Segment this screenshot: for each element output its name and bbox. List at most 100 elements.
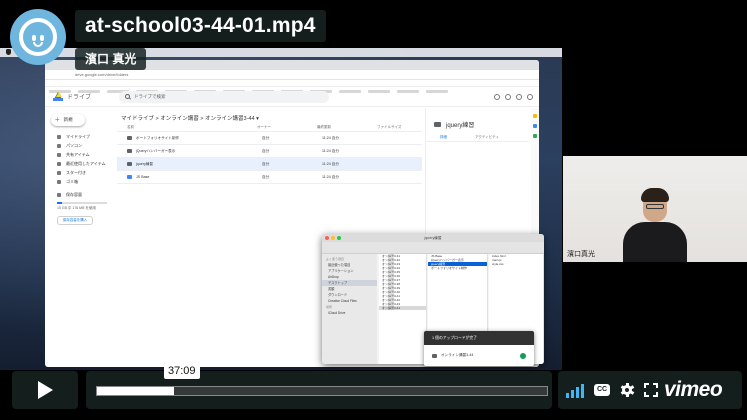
presenter-glasses xyxy=(646,204,664,209)
column-header-owner: オーナー xyxy=(257,125,271,129)
drive-search-placeholder: ドライブで検索 xyxy=(134,93,166,99)
progress-fill xyxy=(97,387,174,395)
drive-nav-item: パソコン xyxy=(45,141,115,150)
finder-item: style.css xyxy=(492,262,504,266)
finder-sidebar: よく使う項目 最近使った項目 アプリケーション AirDrop デスクトップ 書… xyxy=(322,254,377,364)
buy-storage-button: 保存容量を購入 xyxy=(57,216,93,225)
file-owner: 自分 xyxy=(262,161,270,166)
drive-nav-item: マイドライブ xyxy=(45,132,115,141)
volume-icon[interactable] xyxy=(566,382,588,398)
settings-icon xyxy=(505,93,511,100)
file-row-selected: jquery練習 自分 11:24 自分 xyxy=(117,158,422,171)
apple-icon xyxy=(6,49,11,55)
breadcrumb: マイドライブ > オンライン講習 > オンライン講習3-44 ▾ xyxy=(121,116,259,122)
details-title: jquery練習 xyxy=(426,108,529,130)
document-icon xyxy=(127,175,132,179)
details-title-text: jquery練習 xyxy=(446,122,475,129)
apps-icon xyxy=(516,93,522,100)
upload-toast-row: オンライン講習3-44 xyxy=(424,345,534,366)
gear-icon[interactable] xyxy=(620,383,634,397)
details-tab: 詳細 xyxy=(440,135,447,139)
storage-quota-text: 15 GB 中 176 MB を使用 xyxy=(57,206,96,210)
finder-title-text: jquery練習 xyxy=(424,236,442,240)
drive-nav-item: 最近使用したアイテム xyxy=(45,159,115,168)
file-name: jQueryハンバーガー表示 xyxy=(136,148,176,153)
finder-item: オン講習3-44 xyxy=(379,306,426,310)
video-title[interactable]: at-school03-44-01.mp4 xyxy=(75,10,326,42)
drive-sidebar: + 新規 マイドライブ パソコン 共有アイテム 最近使用したアイテム スター付き … xyxy=(45,108,115,367)
file-owner: 自分 xyxy=(262,174,270,179)
help-icon xyxy=(494,93,500,100)
file-date: 11:24 自分 xyxy=(322,174,339,179)
star-icon xyxy=(57,170,61,175)
drive-header-icons xyxy=(494,93,533,100)
folder-icon xyxy=(127,162,132,166)
video-frame[interactable]: drive.google.com/drive/folders ドライブ ドライブ… xyxy=(0,48,562,370)
column-header-size: ファイルサイズ xyxy=(377,125,402,129)
drive-nav-label: マイドライブ xyxy=(66,133,90,139)
file-date: 11:24 自分 xyxy=(322,148,339,153)
file-row: JS Base 自分 11:24 自分 xyxy=(117,171,422,184)
drive-nav-label: 共有アイテム xyxy=(66,151,90,157)
owner-name[interactable]: 濱口 真光 xyxy=(75,48,147,70)
finder-item: ポートフォリオサイト制作 xyxy=(431,266,468,270)
upload-toast-title: 1 個のアップロードが完了 xyxy=(424,331,534,345)
play-button[interactable] xyxy=(12,371,78,409)
drive-search-box: ドライブで検索 xyxy=(119,90,330,103)
drive-nav-label: スター付き xyxy=(66,169,86,175)
finder-toolbar xyxy=(322,242,544,254)
zoom-dot-icon xyxy=(337,236,341,240)
computer-icon xyxy=(57,143,61,148)
close-dot-icon xyxy=(325,236,329,240)
progress-container: 37:09 xyxy=(86,364,552,409)
folder-icon xyxy=(432,353,437,358)
column-header-name: 名前 xyxy=(127,125,134,129)
column-header-date: 最終更新 xyxy=(317,125,331,129)
bookmarks-bar xyxy=(45,80,539,93)
drive-nav-label: 最近使用したアイテム xyxy=(66,160,106,166)
drive-logo-icon xyxy=(53,92,63,101)
upload-toast-file: オンライン講習3-44 xyxy=(441,353,474,357)
play-icon xyxy=(38,381,53,399)
drive-nav-label: ゴミ箱 xyxy=(66,178,78,184)
cc-icon[interactable]: CC xyxy=(594,384,610,396)
drive-new-button: + 新規 xyxy=(51,114,85,126)
storage-quota-bar xyxy=(57,202,107,204)
progress-bar[interactable] xyxy=(96,386,548,396)
webcam-name-label: 濱口真光 xyxy=(567,251,595,258)
fullscreen-icon[interactable] xyxy=(644,383,658,397)
file-name: ポートフォリオサイト制作 xyxy=(136,135,180,140)
control-bar: 37:09 CC vimeo xyxy=(0,364,747,420)
finder-sidebar-item: iCloud Drive xyxy=(328,311,346,315)
clock-icon xyxy=(57,161,61,166)
video-player[interactable]: drive.google.com/drive/folders ドライブ ドライブ… xyxy=(0,0,747,420)
drive-new-label: 新規 xyxy=(63,117,73,122)
bookmark xyxy=(397,90,419,93)
finder-column-1: オン講習3-31 オン講習3-32 オン講習3-33 オン講習3-34 オン講習… xyxy=(379,254,427,364)
storage-quota-fill xyxy=(57,202,62,204)
file-owner: 自分 xyxy=(262,135,270,140)
upload-toast: 1 個のアップロードが完了 オンライン講習3-44 xyxy=(424,331,534,366)
file-owner: 自分 xyxy=(262,148,270,153)
browser-address-bar: drive.google.com/drive/folders xyxy=(45,70,539,80)
file-name: JS Base xyxy=(136,175,150,179)
right-controls: CC vimeo xyxy=(558,371,742,409)
account-icon xyxy=(527,93,533,100)
calendar-icon xyxy=(533,114,537,118)
check-icon xyxy=(520,352,526,359)
file-name: jquery練習 xyxy=(136,161,153,166)
drive-nav-item: 共有アイテム xyxy=(45,150,115,159)
vimeo-logo[interactable]: vimeo xyxy=(664,378,723,402)
bookmark xyxy=(426,90,448,93)
tasks-icon xyxy=(533,124,537,128)
file-date: 11:24 自分 xyxy=(322,135,339,140)
drive-nav-item: スター付き xyxy=(45,168,115,177)
file-row: jQueryハンバーガー表示 自分 11:24 自分 xyxy=(117,145,422,158)
trash-icon xyxy=(57,179,61,184)
folder-icon xyxy=(434,121,441,127)
browser-url: drive.google.com/drive/folders xyxy=(75,72,129,77)
folder-icon xyxy=(127,136,132,140)
keep-icon xyxy=(533,134,537,138)
current-time-tooltip: 37:09 xyxy=(164,364,200,379)
owner-avatar[interactable] xyxy=(10,9,66,65)
